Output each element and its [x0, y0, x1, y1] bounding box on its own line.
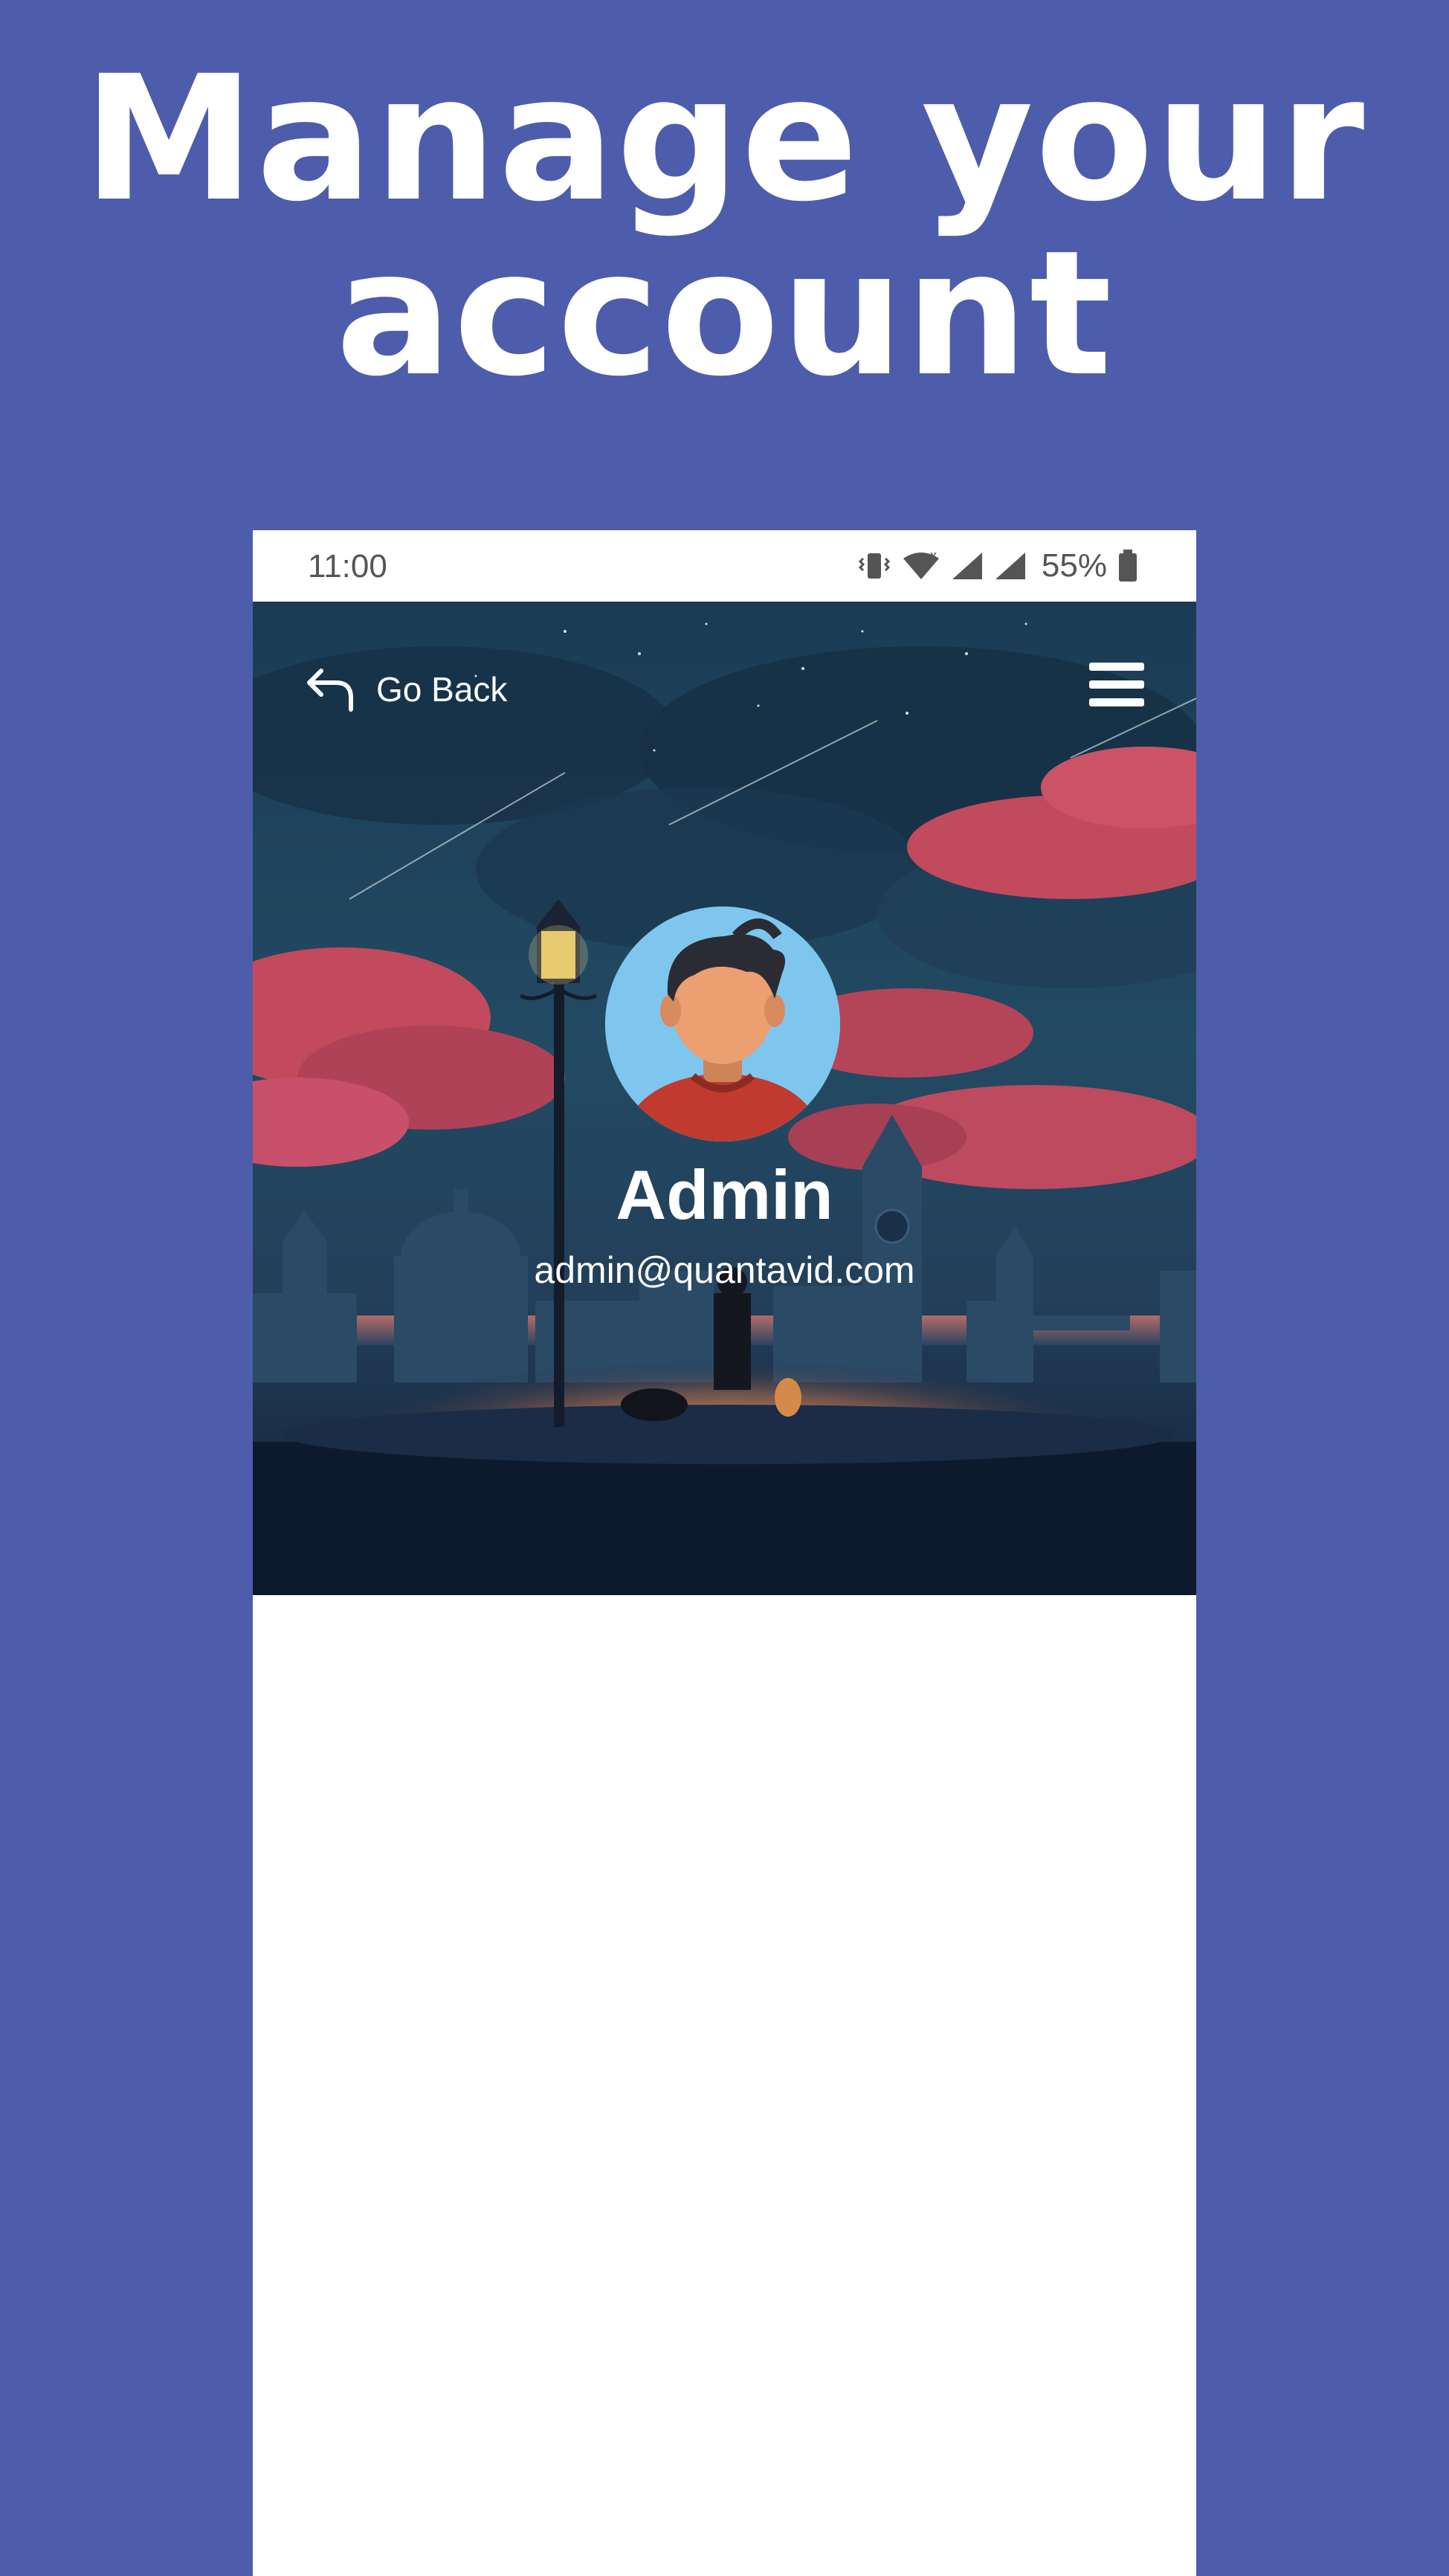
- profile-email: admin@quantavid.com: [534, 1249, 915, 1291]
- undo-arrow-icon: [307, 669, 353, 712]
- profile-header: Go Back Admin admin@quantavid.com: [253, 602, 1196, 1595]
- promo-headline: Manage your account: [0, 52, 1449, 402]
- status-bar: 11:00 x 55%: [253, 530, 1196, 602]
- content-area: [253, 1595, 1196, 2576]
- phone-screen: 11:00 x 55% Go Back Admin admin@quantavi…: [253, 530, 1196, 2576]
- svg-text:x: x: [930, 551, 937, 563]
- signal-icon: [995, 553, 1025, 579]
- vibrate-icon: [858, 553, 891, 579]
- promo-headline-line2: account: [335, 213, 1114, 414]
- battery-icon: [1119, 550, 1137, 582]
- go-back-label: Go Back: [376, 670, 508, 709]
- avatar-illustration: [605, 907, 840, 1142]
- status-icons: x 55%: [857, 547, 1138, 585]
- status-time: 11:00: [308, 548, 387, 585]
- go-back-button[interactable]: Go Back: [305, 660, 507, 719]
- battery-percent: 55%: [1041, 547, 1107, 584]
- signal-icon: [952, 553, 982, 579]
- promo-headline-line1: Manage your: [83, 39, 1366, 239]
- profile-name: Admin: [616, 1156, 833, 1234]
- wifi-icon: x: [903, 551, 939, 579]
- hamburger-menu-icon[interactable]: [1089, 663, 1144, 707]
- user-avatar-icon: [605, 907, 840, 1142]
